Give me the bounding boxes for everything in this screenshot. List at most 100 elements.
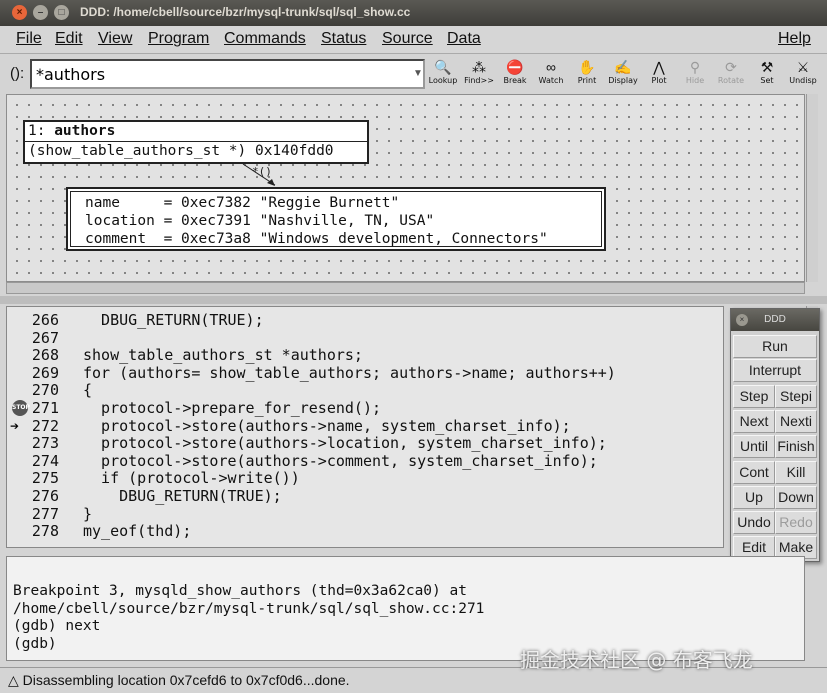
run-button[interactable]: Run (733, 335, 817, 358)
line-number: 270 (31, 381, 59, 400)
menu-data[interactable]: Data (447, 30, 481, 48)
tool-set-button[interactable]: ⚒ Set (749, 58, 785, 90)
source-line[interactable]: 277} (7, 505, 723, 523)
set-icon: ⚒ (760, 59, 774, 75)
source-line[interactable]: 270 { (7, 381, 723, 399)
display-value: (show_table_authors_st *) 0x140fdd0 (28, 143, 334, 159)
glasses-icon: ∞ (546, 59, 556, 75)
tool-plot-button[interactable]: ⋀ Plot (641, 58, 677, 90)
menu-help[interactable]: Help (778, 30, 811, 48)
status-text: Disassembling location 0x7cefd6 to 0x7cf… (22, 672, 350, 688)
line-number: 269 (31, 363, 59, 382)
redo-button[interactable]: Redo (775, 511, 817, 534)
source-line[interactable]: 275 if (protocol->write()) (7, 469, 723, 487)
tool-label: Watch (538, 76, 564, 85)
line-number: 271 (31, 399, 59, 417)
source-code: my_eof(thd); (83, 522, 192, 541)
undo-button[interactable]: Undo (733, 511, 775, 534)
tool-label: Plot (651, 76, 667, 85)
data-display-deref[interactable]: name = 0xec7382 "Reggie Burnett" locatio… (66, 187, 606, 251)
data-horizontal-scrollbar[interactable] (6, 282, 805, 294)
menu-status[interactable]: Status (321, 30, 366, 48)
chevron-down-icon[interactable]: ▼ (411, 61, 425, 87)
source-line[interactable]: 269 for (authors= show_table_authors; aut… (7, 364, 723, 382)
command-tool-title: DDD (764, 314, 786, 325)
maximize-icon[interactable]: □ (54, 5, 69, 20)
tool-lookup-button[interactable]: 🔍 Lookup (425, 58, 461, 90)
down-button[interactable]: Down (775, 485, 817, 509)
kill-button[interactable]: Kill (775, 460, 817, 484)
watermark-text: 掘金技术社区 @ 布客飞龙 (520, 648, 753, 672)
menu-program[interactable]: Program (148, 30, 209, 48)
lookup-icon: 🔍 (434, 59, 452, 75)
source-code: DBUG_RETURN(TRUE); (83, 487, 282, 505)
source-line[interactable]: 273 protocol->store(authors->location, s… (7, 434, 723, 452)
source-code: protocol->store(authors->comment, system… (83, 451, 598, 470)
tool-break-button[interactable]: ⛔ Break (497, 58, 533, 90)
source-code: } (83, 504, 93, 523)
struct-field-location: location = 0xec7391 "Nashville, TN, USA" (85, 213, 435, 229)
tool-hide-button[interactable]: ⚲ Hide (677, 58, 713, 90)
menu-file[interactable]: File (16, 30, 42, 48)
menu-view[interactable]: View (98, 30, 132, 48)
window-title: DDD: /home/cbell/source/bzr/mysql-trunk/… (80, 5, 411, 19)
source-code: DBUG_RETURN(TRUE); (83, 311, 264, 329)
until-button[interactable]: Until (733, 435, 775, 459)
finish-button[interactable]: Finish (775, 435, 817, 459)
cont-button[interactable]: Cont (733, 460, 775, 484)
window-titlebar: × – □ DDD: /home/cbell/source/bzr/mysql-… (0, 0, 827, 26)
execution-arrow-icon[interactable]: ➔ (10, 417, 19, 435)
stepi-button[interactable]: Stepi (775, 385, 817, 408)
tool-watch-button[interactable]: ∞ Watch (533, 58, 569, 90)
menu-source[interactable]: Source (382, 30, 433, 48)
display-index: 1: (28, 123, 46, 139)
menu-edit[interactable]: Edit (55, 30, 83, 48)
line-number: 276 (31, 487, 59, 505)
source-line[interactable]: 266 DBUG_RETURN(TRUE); (7, 311, 723, 329)
tool-label: Print (577, 76, 597, 85)
argument-field[interactable]: *authors (30, 59, 425, 89)
interrupt-button[interactable]: Interrupt (733, 359, 817, 382)
source-line[interactable]: 278 my_eof(thd); (7, 522, 723, 540)
menu-commands[interactable]: Commands (224, 30, 306, 48)
source-line[interactable]: 267 (7, 329, 723, 347)
tool-label: Display (608, 76, 638, 85)
up-button[interactable]: Up (733, 485, 775, 509)
nexti-button[interactable]: Nexti (775, 410, 817, 434)
data-window[interactable]: 1: authors (show_table_authors_st *) 0x1… (6, 94, 805, 282)
tool-rotate-button[interactable]: ⟳ Rotate (713, 58, 749, 90)
pane-splitter[interactable] (0, 296, 827, 304)
data-display-authors[interactable]: 1: authors (show_table_authors_st *) 0x1… (23, 120, 369, 164)
find-icon: ⁂ (472, 59, 486, 75)
source-line[interactable]: STOP 271 protocol->prepare_for_resend(); (7, 399, 723, 417)
line-number: 268 (31, 346, 59, 365)
print-icon: ✋ (578, 59, 596, 75)
next-button[interactable]: Next (733, 410, 775, 434)
minimize-icon[interactable]: – (33, 5, 48, 20)
tool-display-button[interactable]: ✍ Display (605, 58, 641, 90)
source-code: protocol->prepare_for_resend(); (83, 399, 382, 417)
tool-print-button[interactable]: ✋ Print (569, 58, 605, 90)
tool-find-button[interactable]: ⁂ Find>> (461, 58, 497, 90)
source-line[interactable]: ➔ 272 protocol->store(authors->name, syst… (7, 417, 723, 435)
source-window[interactable]: 266 DBUG_RETURN(TRUE); 267 268 show_table_a… (6, 306, 724, 548)
tool-label: Set (760, 76, 774, 85)
display-header: 1: authors (25, 122, 367, 142)
argument-label: (): (10, 65, 25, 82)
tool-label: Hide (685, 76, 705, 85)
undisplay-icon: ⚔ (796, 59, 810, 75)
line-number: 273 (31, 434, 59, 453)
source-line[interactable]: 268 show_table_authors_st *authors; (7, 346, 723, 364)
line-number: 278 (31, 522, 59, 541)
source-line[interactable]: 276 DBUG_RETURN(TRUE); (7, 487, 723, 505)
step-button[interactable]: Step (733, 385, 775, 408)
data-vertical-scrollbar[interactable] (806, 94, 818, 282)
line-number: 275 (31, 469, 59, 488)
menu-bar: File Edit View Program Commands Status S… (0, 26, 827, 54)
display-icon: ✍ (614, 59, 632, 75)
source-line[interactable]: 274 protocol->store(authors->comment, sy… (7, 452, 723, 470)
source-code: protocol->store(authors->name, system_ch… (83, 416, 571, 435)
close-icon[interactable]: × (12, 5, 27, 20)
tool-undisp-button[interactable]: ⚔ Undisp (785, 58, 821, 90)
close-icon[interactable]: × (736, 314, 748, 326)
